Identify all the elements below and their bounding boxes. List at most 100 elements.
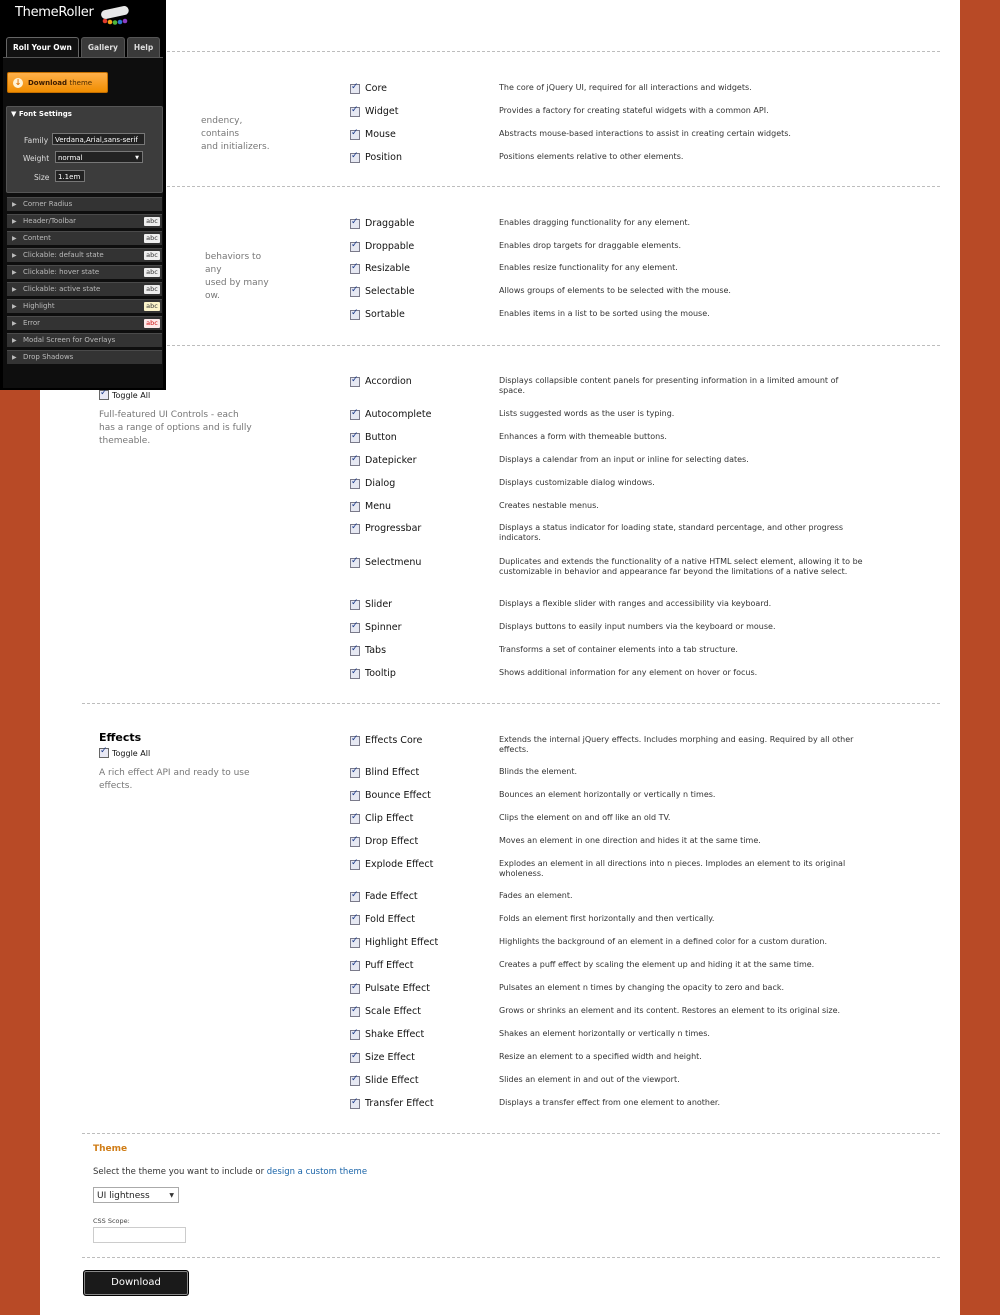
component-name[interactable]: Transfer Effect — [365, 1098, 434, 1109]
component-checkbox[interactable] — [350, 240, 360, 252]
component-checkbox[interactable] — [350, 1051, 360, 1063]
component-checkbox[interactable] — [350, 812, 360, 824]
component-checkbox[interactable] — [350, 477, 360, 489]
component-name[interactable]: Draggable — [365, 218, 414, 229]
themeroller-item[interactable]: ▶ Content abc — [7, 231, 162, 245]
component-checkbox[interactable] — [350, 454, 360, 466]
component-name[interactable]: Mouse — [365, 129, 396, 140]
component-name[interactable]: Fold Effect — [365, 914, 415, 925]
component-name[interactable]: Resizable — [365, 263, 410, 274]
component-checkbox[interactable] — [350, 890, 360, 902]
font-settings-header[interactable]: ▼ Font Settings — [11, 110, 72, 118]
component-name[interactable]: Clip Effect — [365, 813, 413, 824]
component-checkbox[interactable] — [350, 644, 360, 656]
component-checkbox[interactable] — [350, 766, 360, 778]
component-name[interactable]: Autocomplete — [365, 409, 431, 420]
family-input[interactable]: Verdana,Arial,sans-serif — [52, 133, 145, 145]
component-name[interactable]: Size Effect — [365, 1052, 415, 1063]
themeroller-item[interactable]: ▶ Clickable: hover state abc — [7, 265, 162, 279]
component-checkbox[interactable] — [350, 308, 360, 320]
themeroller-item[interactable]: ▶ Modal Screen for Overlays — [7, 333, 162, 347]
weight-select[interactable]: normal ▼ — [55, 151, 143, 163]
tab-roll-your-own[interactable]: Roll Your Own — [6, 37, 79, 58]
component-name[interactable]: Tooltip — [365, 668, 396, 679]
component-name[interactable]: Pulsate Effect — [365, 983, 430, 994]
effects-toggle-all[interactable]: Toggle All — [99, 746, 150, 758]
themeroller-item[interactable]: ▶ Clickable: default state abc — [7, 248, 162, 262]
component-checkbox[interactable] — [350, 1074, 360, 1086]
themeroller-item[interactable]: ▶ Error abc — [7, 316, 162, 330]
widgets-toggle-all[interactable]: Toggle All — [99, 388, 150, 400]
themeroller-item[interactable]: ▶ Highlight abc — [7, 299, 162, 313]
component-name[interactable]: Droppable — [365, 241, 414, 252]
component-checkbox[interactable] — [350, 667, 360, 679]
tab-gallery[interactable]: Gallery — [80, 37, 125, 58]
toggle-all-checkbox[interactable] — [99, 746, 109, 758]
toggle-all-checkbox[interactable] — [99, 388, 109, 400]
themeroller-item[interactable]: ▶ Header/Toolbar abc — [7, 214, 162, 228]
themeroller-item[interactable]: ▶ Clickable: active state abc — [7, 282, 162, 296]
component-checkbox[interactable] — [350, 128, 360, 140]
component-name[interactable]: Core — [365, 83, 387, 94]
component-checkbox[interactable] — [350, 500, 360, 512]
component-name[interactable]: Selectable — [365, 286, 415, 297]
component-name[interactable]: Button — [365, 432, 397, 443]
component-checkbox[interactable] — [350, 431, 360, 443]
component-name[interactable]: Effects Core — [365, 735, 422, 746]
themeroller-item[interactable]: ▶ Corner Radius — [7, 197, 162, 211]
component-name[interactable]: Slide Effect — [365, 1075, 419, 1086]
component-name[interactable]: Position — [365, 152, 402, 163]
css-scope-input[interactable] — [93, 1227, 186, 1243]
component-checkbox[interactable] — [350, 151, 360, 163]
component-checkbox[interactable] — [350, 262, 360, 274]
component-name[interactable]: Tabs — [365, 645, 386, 656]
component-checkbox[interactable] — [350, 959, 360, 971]
component-checkbox[interactable] — [350, 789, 360, 801]
component-checkbox[interactable] — [350, 105, 360, 117]
component-name[interactable]: Datepicker — [365, 455, 417, 466]
component-checkbox[interactable] — [350, 408, 360, 420]
component-checkbox[interactable] — [350, 556, 360, 568]
component-name[interactable]: Puff Effect — [365, 960, 414, 971]
component-checkbox[interactable] — [350, 734, 360, 746]
component-checkbox[interactable] — [350, 285, 360, 297]
component-name[interactable]: Fade Effect — [365, 891, 418, 902]
component-name[interactable]: Highlight Effect — [365, 937, 438, 948]
component-checkbox[interactable] — [350, 217, 360, 229]
component-checkbox[interactable] — [350, 522, 360, 534]
component-checkbox[interactable] — [350, 621, 360, 633]
size-input[interactable]: 1.1em — [55, 170, 85, 182]
component-checkbox[interactable] — [350, 835, 360, 847]
component-name[interactable]: Bounce Effect — [365, 790, 431, 801]
component-name[interactable]: Spinner — [365, 622, 402, 633]
component-name[interactable]: Explode Effect — [365, 859, 433, 870]
component-checkbox[interactable] — [350, 1097, 360, 1109]
themeroller-item[interactable]: ▶ Drop Shadows — [7, 350, 162, 364]
component-name[interactable]: Selectmenu — [365, 557, 421, 568]
component-name[interactable]: Slider — [365, 599, 392, 610]
component-name[interactable]: Scale Effect — [365, 1006, 421, 1017]
component-checkbox[interactable] — [350, 375, 360, 387]
component-checkbox[interactable] — [350, 82, 360, 94]
theme-select[interactable]: UI lightness ▼ — [93, 1187, 179, 1203]
component-name[interactable]: Widget — [365, 106, 398, 117]
tab-help[interactable]: Help — [126, 37, 161, 58]
download-theme-button[interactable]: ↓ Download theme — [7, 72, 108, 93]
design-custom-theme-link[interactable]: design a custom theme — [267, 1167, 367, 1177]
component-name[interactable]: Accordion — [365, 376, 412, 387]
component-checkbox[interactable] — [350, 982, 360, 994]
component-checkbox[interactable] — [350, 913, 360, 925]
component-checkbox[interactable] — [350, 1028, 360, 1040]
component-name[interactable]: Blind Effect — [365, 767, 419, 778]
component-name[interactable]: Dialog — [365, 478, 395, 489]
component-name[interactable]: Menu — [365, 501, 391, 512]
component-checkbox[interactable] — [350, 598, 360, 610]
component-name[interactable]: Sortable — [365, 309, 405, 320]
download-button[interactable]: Download — [83, 1270, 189, 1296]
component-name[interactable]: Shake Effect — [365, 1029, 424, 1040]
component-checkbox[interactable] — [350, 936, 360, 948]
component-name[interactable]: Progressbar — [365, 523, 421, 534]
component-name[interactable]: Drop Effect — [365, 836, 418, 847]
component-checkbox[interactable] — [350, 1005, 360, 1017]
component-checkbox[interactable] — [350, 858, 360, 870]
